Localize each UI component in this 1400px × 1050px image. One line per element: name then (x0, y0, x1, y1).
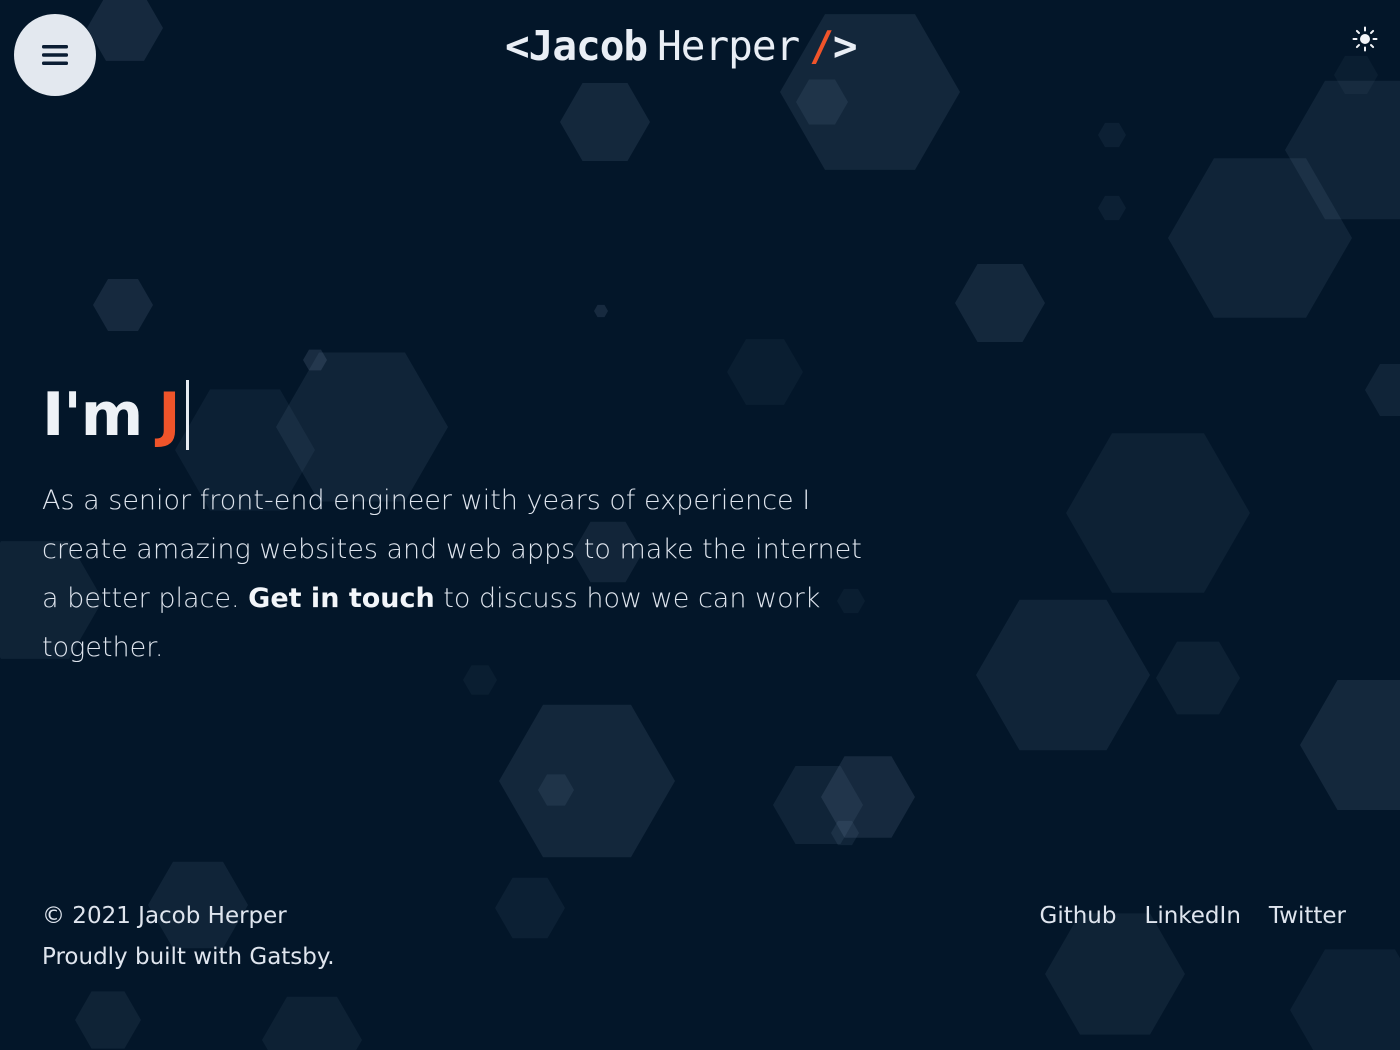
background-hexagon (976, 599, 1150, 751)
twitter-link[interactable]: Twitter (1269, 896, 1346, 937)
background-hexagon (1300, 680, 1400, 810)
background-hexagon (495, 877, 565, 939)
background-hexagon (1098, 122, 1126, 148)
background-hexagon (499, 704, 675, 858)
background-hexagon (1365, 364, 1400, 416)
hero-section: I'm J As a senior front-end engineer wit… (42, 372, 882, 699)
bio-paragraph: As a senior front-end engineer with year… (42, 476, 882, 672)
background-hexagon (75, 991, 141, 1049)
background-hexagon (560, 83, 650, 161)
hamburger-menu-icon (42, 45, 68, 65)
background-hexagon (1156, 641, 1240, 715)
menu-button[interactable] (14, 14, 96, 96)
get-in-touch-link[interactable]: Get in touch (248, 583, 435, 614)
logo-slash: / (809, 22, 834, 70)
footer-social-links: Github LinkedIn Twitter (1040, 896, 1347, 937)
greeting-typed-name: J (158, 380, 180, 450)
background-hexagon (955, 264, 1045, 342)
background-hexagon (93, 279, 153, 331)
sun-icon (1352, 26, 1378, 52)
site-logo[interactable]: <Jacob Herper / > (505, 16, 895, 76)
typing-cursor (185, 380, 189, 450)
copyright-text: © 2021 Jacob Herper (42, 903, 287, 929)
footer-info: © 2021 Jacob Herper Proudly built with G… (42, 896, 335, 978)
background-hexagon (87, 0, 163, 61)
background-hexagon (1098, 195, 1126, 221)
theme-toggle-button[interactable] (1348, 22, 1382, 56)
greeting-heading: I'm J (42, 372, 882, 458)
linkedin-link[interactable]: LinkedIn (1145, 896, 1241, 937)
logo-first: <Jacob (505, 22, 648, 70)
background-hexagon (1066, 433, 1250, 593)
github-link[interactable]: Github (1040, 896, 1117, 937)
logo-close: > (832, 22, 858, 70)
page: <Jacob Herper / > I'm J As a senior fron… (0, 0, 1400, 1050)
greeting-prefix: I'm (42, 380, 143, 450)
logo-last: Herper (657, 22, 800, 70)
background-hexagon (1290, 949, 1400, 1050)
background-hexagon (594, 304, 608, 318)
built-with-text: Proudly built with Gatsby. (42, 944, 335, 970)
background-hexagon (262, 996, 362, 1050)
